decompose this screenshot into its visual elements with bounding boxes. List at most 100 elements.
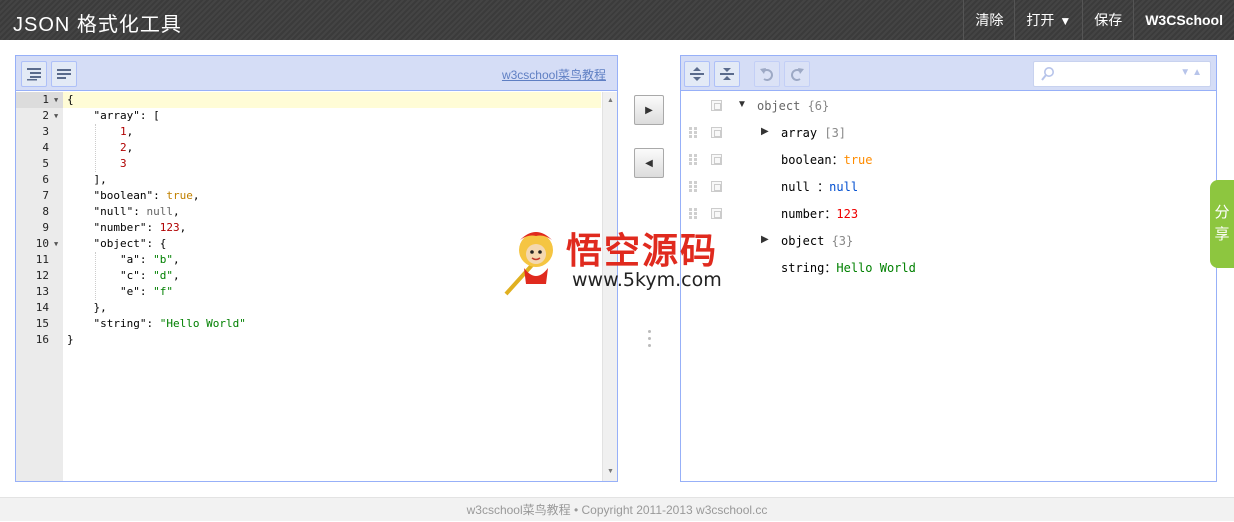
code-token: "object" — [93, 237, 147, 250]
compact-icon — [57, 69, 71, 79]
line-number: 16 — [16, 332, 63, 348]
line-number: 14 — [16, 300, 63, 316]
undo-icon — [760, 68, 773, 81]
to-tree-button[interactable]: ▶ — [634, 95, 664, 125]
indent-guide — [95, 252, 97, 300]
clear-button[interactable]: 清除 — [963, 0, 1014, 40]
tree-field: array [3] — [781, 125, 846, 141]
code-token: true — [166, 189, 193, 202]
field-value[interactable]: 123 — [836, 207, 858, 221]
fold-toggle-icon[interactable]: ▼ — [54, 92, 58, 108]
context-menu-icon[interactable] — [711, 127, 722, 138]
line-number-text: 16 — [35, 333, 49, 346]
share-label-1: 分 — [1214, 204, 1230, 221]
code-token: : — [146, 221, 160, 234]
code-token: , — [126, 141, 134, 154]
context-menu-icon[interactable] — [711, 154, 722, 165]
code-token: }, — [67, 301, 107, 314]
line-number-text: 8 — [42, 205, 49, 218]
field-name[interactable]: object — [781, 234, 824, 248]
compact-button[interactable] — [51, 61, 77, 87]
code-token: 123 — [159, 221, 180, 234]
splitter-handle[interactable] — [648, 330, 651, 350]
collapse-all-button[interactable] — [714, 61, 740, 87]
site-link[interactable]: W3CSchool — [1133, 0, 1234, 40]
code-line: "boolean": true, — [67, 188, 200, 204]
share-label-2: 享 — [1214, 226, 1230, 243]
code-token: "Hello World" — [159, 317, 246, 330]
tree-field: null ：null — [781, 179, 858, 195]
tree-field: number：123 — [781, 206, 858, 222]
search-input[interactable] — [1058, 65, 1168, 83]
open-menu-button[interactable]: 打开 ▼ — [1014, 0, 1082, 40]
field-name[interactable]: boolean — [781, 153, 832, 167]
code-token: "string" — [93, 317, 147, 330]
line-number-text: 5 — [42, 157, 49, 170]
tutorial-link[interactable]: w3cschool菜鸟教程 — [502, 66, 606, 83]
to-code-button[interactable]: ◀ — [634, 148, 664, 178]
item-count: {3} — [824, 234, 854, 248]
field-value[interactable]: Hello World — [836, 261, 915, 275]
format-button[interactable] — [21, 61, 47, 87]
line-number-text: 3 — [42, 125, 49, 138]
drag-handle-icon[interactable] — [689, 208, 697, 219]
fold-toggle-icon[interactable]: ▼ — [54, 108, 58, 124]
drag-handle-icon[interactable] — [689, 127, 697, 138]
code-line: "null": null, — [67, 204, 180, 220]
collapse-all-icon — [720, 68, 734, 80]
line-number-text: 9 — [42, 221, 49, 234]
context-menu-icon[interactable] — [711, 208, 722, 219]
drag-handle-icon[interactable] — [689, 154, 697, 165]
expand-toggle-icon[interactable]: ▶ — [761, 234, 769, 245]
field-value[interactable]: null — [829, 180, 858, 194]
expand-all-button[interactable] — [684, 61, 710, 87]
field-separator: ： — [831, 153, 844, 167]
field-name[interactable]: null — [781, 180, 810, 194]
code-token: , — [172, 253, 180, 266]
field-name[interactable]: array — [781, 126, 817, 140]
code-line: "number": 123, — [67, 220, 187, 236]
code-line: }, — [67, 300, 107, 316]
drag-handle-icon[interactable] — [689, 181, 697, 192]
line-number: 6 — [16, 172, 63, 188]
context-menu-icon[interactable] — [711, 100, 722, 111]
redo-button[interactable] — [784, 61, 810, 87]
field-name[interactable]: number — [781, 207, 824, 221]
indent-guide — [95, 124, 97, 172]
code-token: , — [192, 189, 200, 202]
share-tab[interactable]: 分 享 — [1210, 180, 1234, 268]
code-token: "f" — [153, 285, 173, 298]
line-number-text: 6 — [42, 173, 49, 186]
item-count: {6} — [800, 99, 830, 113]
save-button[interactable]: 保存 — [1082, 0, 1133, 40]
line-gutter: 1 ▼ 2 ▼ 3 4 5 6 7 8 9 10 ▼ 11 12 13 14 15 16 — [16, 92, 63, 481]
line-number-text: 13 — [35, 285, 49, 298]
expand-toggle-icon[interactable]: ▼ — [737, 99, 747, 110]
undo-button[interactable] — [754, 61, 780, 87]
code-line: "object": { — [67, 236, 167, 252]
fold-toggle-icon[interactable]: ▼ — [54, 236, 58, 252]
tree-row: null ：null — [681, 173, 1201, 200]
scroll-up-arrow-icon[interactable]: ▲ — [603, 94, 618, 108]
app-title: JSON 格式化工具 — [13, 14, 182, 36]
line-number-text: 15 — [35, 317, 49, 330]
code-token: null — [146, 205, 174, 218]
search-nav-arrows-icon[interactable]: ▼▲ — [1180, 67, 1204, 78]
tree-row: ▶ object {3} — [681, 227, 1201, 254]
line-number-text: 2 — [42, 109, 49, 122]
tree-field: object {6} — [757, 98, 829, 114]
code-toolbar: w3cschool菜鸟教程 — [16, 56, 617, 91]
code-token: "boolean" — [93, 189, 154, 202]
field-name[interactable]: string — [781, 261, 824, 275]
code-token: "e" — [119, 285, 140, 298]
context-menu-icon[interactable] — [711, 181, 722, 192]
expand-toggle-icon[interactable]: ▶ — [761, 126, 769, 137]
field-value[interactable]: true — [844, 153, 873, 167]
scroll-down-arrow-icon[interactable]: ▼ — [603, 465, 618, 479]
